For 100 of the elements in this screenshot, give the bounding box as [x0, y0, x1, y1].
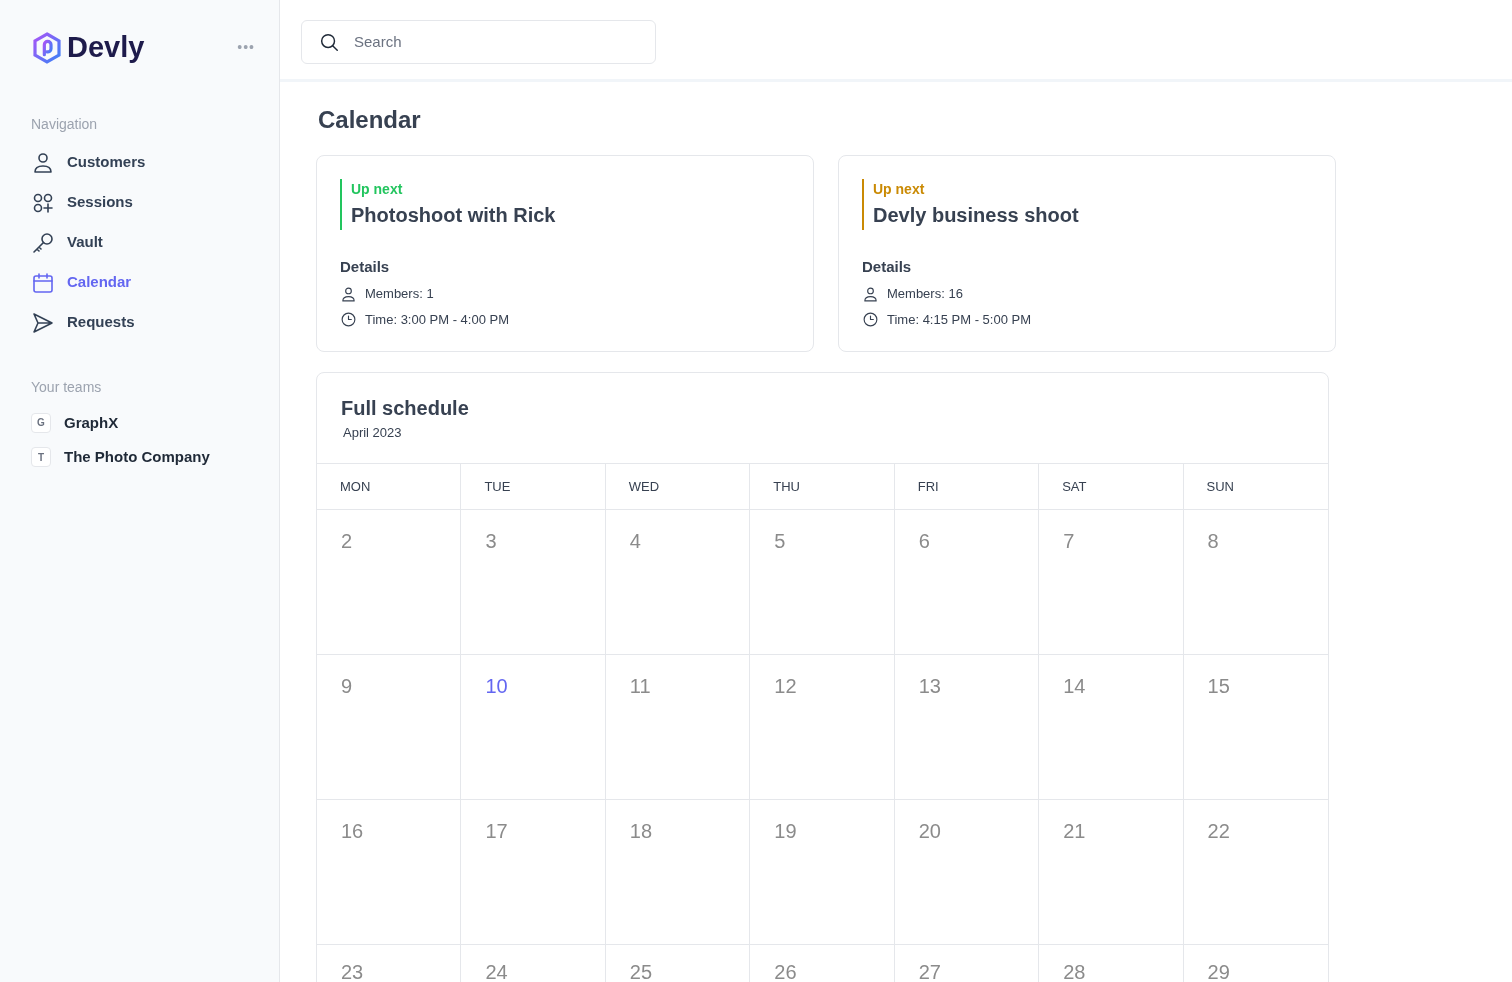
- nav-item[interactable]: Sessions: [31, 182, 255, 223]
- person-icon: [340, 285, 357, 303]
- day-cell[interactable]: 9: [317, 655, 462, 801]
- day-cell[interactable]: 4: [605, 510, 751, 656]
- team-name: The Photo Company: [64, 447, 210, 467]
- eyebrow-label: Up next: [351, 179, 404, 199]
- day-number: 2: [341, 530, 353, 553]
- members-text: Members: 16: [887, 285, 963, 304]
- day-number: 24: [485, 961, 508, 982]
- paper-plane-icon: [31, 310, 55, 335]
- person-icon: [31, 150, 55, 175]
- day-cell[interactable]: 13: [894, 655, 1040, 801]
- nav-item[interactable]: Calendar: [31, 262, 255, 303]
- weekday-header: MON: [317, 463, 462, 511]
- nav-item[interactable]: Vault: [31, 222, 255, 263]
- day-cell[interactable]: 24: [461, 945, 606, 982]
- day-number: 25: [629, 961, 653, 982]
- day-cell[interactable]: 29: [1183, 945, 1328, 982]
- month-label: April 2023: [343, 424, 403, 443]
- section-heading: Navigation: [31, 114, 99, 134]
- day-cell[interactable]: 17: [461, 800, 606, 946]
- day-cell[interactable]: 5: [750, 510, 895, 656]
- day-cell[interactable]: 2: [317, 510, 462, 656]
- day-cell[interactable]: 3: [461, 510, 606, 656]
- weekday-header: TUE: [461, 463, 606, 511]
- weekday-header: SAT: [1039, 463, 1184, 511]
- time-text: Time: 4:15 PM - 5:00 PM: [887, 310, 1031, 329]
- day-cell[interactable]: 22: [1183, 800, 1328, 946]
- eyebrow-label: Up next: [873, 179, 926, 199]
- logo-text: Devly: [67, 30, 145, 65]
- day-number: 19: [774, 820, 797, 843]
- day-number: 28: [1063, 961, 1086, 982]
- event-title: Devly business shoot: [873, 202, 1080, 228]
- team-item[interactable]: G GraphX: [31, 405, 255, 440]
- more-button[interactable]: •••: [237, 37, 255, 59]
- day-cell[interactable]: 21: [1039, 800, 1184, 946]
- day-number: 12: [774, 675, 797, 698]
- team-initial: G: [31, 412, 51, 433]
- day-cell[interactable]: 18: [605, 800, 751, 946]
- day-number: 11: [629, 675, 651, 698]
- day-cell[interactable]: 16: [317, 800, 462, 946]
- day-cell[interactable]: 14: [1039, 655, 1184, 801]
- day-number: 13: [918, 675, 941, 698]
- person-icon: [862, 285, 879, 303]
- day-number: 23: [341, 961, 364, 982]
- day-number: 20: [918, 820, 941, 843]
- section-heading: Your teams: [31, 377, 103, 397]
- search-icon: [318, 31, 340, 53]
- day-cell[interactable]: 26: [750, 945, 895, 982]
- day-number: 10: [485, 675, 508, 698]
- day-number: 15: [1207, 675, 1230, 698]
- day-number: 26: [774, 961, 797, 982]
- day-number: 6: [918, 530, 930, 553]
- page-title: Calendar: [318, 106, 422, 135]
- day-number: 18: [629, 820, 653, 843]
- members-text: Members: 1: [365, 285, 434, 304]
- search-field[interactable]: Search: [301, 20, 656, 64]
- nav-item[interactable]: Customers: [31, 142, 255, 183]
- day-number: 14: [1063, 675, 1086, 698]
- weekday-header: SUN: [1183, 463, 1328, 511]
- day-cell[interactable]: 8: [1183, 510, 1328, 656]
- calendar-icon: [31, 270, 55, 295]
- day-number: 9: [341, 675, 353, 698]
- day-cell[interactable]: 15: [1183, 655, 1328, 801]
- details-heading: Details: [862, 256, 913, 277]
- day-number: 4: [629, 530, 641, 553]
- weekday-header: THU: [750, 463, 895, 511]
- clock-icon: [340, 311, 357, 329]
- day-cell[interactable]: 19: [750, 800, 895, 946]
- day-number: 7: [1063, 530, 1075, 553]
- day-cell[interactable]: 20: [894, 800, 1040, 946]
- event-title: Photoshoot with Rick: [351, 202, 557, 228]
- day-number: 16: [341, 820, 364, 843]
- day-number: 29: [1207, 961, 1230, 982]
- details-heading: Details: [340, 256, 391, 277]
- day-number: 22: [1207, 820, 1230, 843]
- weekday-header: FRI: [894, 463, 1040, 511]
- day-number: 3: [485, 530, 497, 553]
- day-cell[interactable]: 6: [894, 510, 1040, 656]
- day-number: 5: [774, 530, 786, 553]
- clock-icon: [862, 311, 879, 329]
- team-item[interactable]: T The Photo Company: [31, 440, 255, 475]
- day-cell[interactable]: 7: [1039, 510, 1184, 656]
- day-cell[interactable]: 28: [1039, 945, 1184, 982]
- nav-item[interactable]: Requests: [31, 302, 255, 343]
- day-cell[interactable]: 12: [750, 655, 895, 801]
- day-number: 8: [1207, 530, 1219, 553]
- day-number: 17: [485, 820, 508, 843]
- day-cell[interactable]: 23: [317, 945, 462, 982]
- team-name: GraphX: [64, 412, 119, 433]
- team-initial: T: [31, 447, 51, 468]
- schedule-title: Full schedule: [341, 396, 470, 422]
- weekday-header: WED: [605, 463, 751, 511]
- key-icon: [31, 230, 55, 255]
- day-cell[interactable]: 27: [894, 945, 1040, 982]
- day-cell[interactable]: 25: [605, 945, 751, 982]
- day-number: 27: [918, 961, 941, 982]
- day-cell[interactable]: 10: [461, 655, 606, 801]
- day-cell[interactable]: 11: [605, 655, 751, 801]
- hexagon-logo-icon: [31, 31, 63, 64]
